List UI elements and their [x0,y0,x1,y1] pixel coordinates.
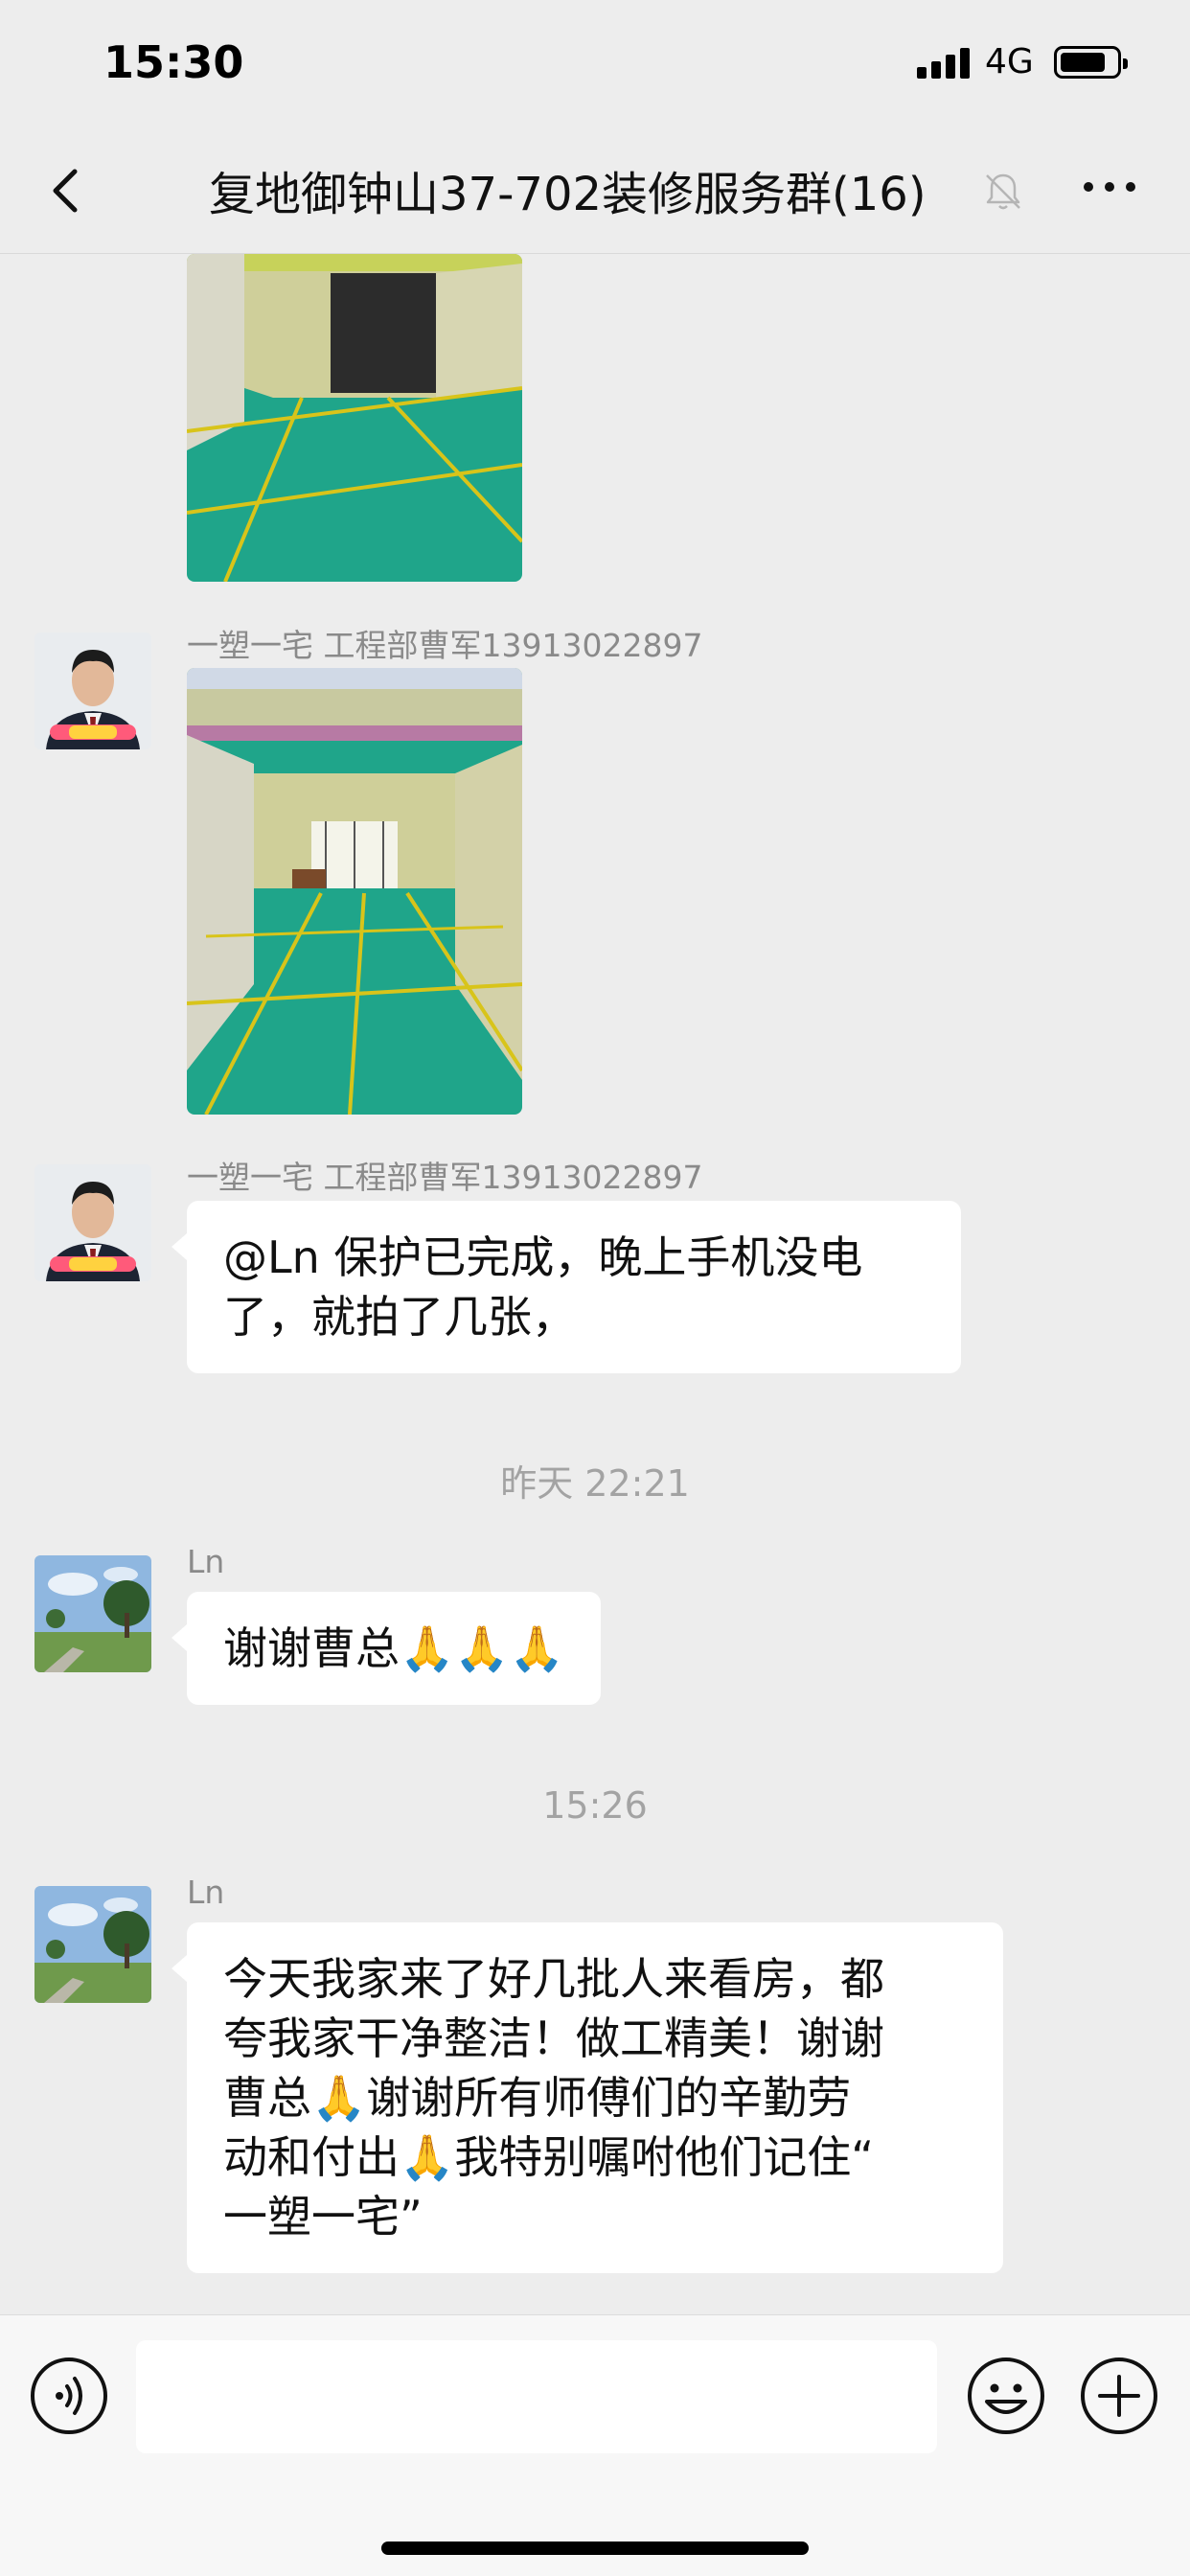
voice-icon[interactable] [29,2356,109,2436]
more-icon[interactable] [1079,168,1140,206]
message-bubble[interactable]: @Ln 保护已完成，晚上手机没电 了，就拍了几张， [172,1201,961,1373]
emoji-icon[interactable] [966,2356,1046,2436]
message-photo[interactable] [187,668,522,1115]
network-label: 4G [985,42,1034,81]
mute-bell-icon [986,173,1020,210]
avatar[interactable] [34,1555,151,1672]
avatar[interactable] [34,1886,151,2003]
home-indicator[interactable] [381,2542,809,2555]
input-bar [0,2314,1190,2576]
sender-name: 一塑一宅 工程部曹军13913022897 [187,627,703,664]
timestamp: 昨天 22:21 [500,1462,690,1505]
back-icon[interactable] [38,162,96,219]
plus-icon[interactable] [1079,2356,1159,2436]
message-input[interactable] [136,2340,937,2453]
chat-header: 复地御钟山37-702装修服务群(16) [0,129,1190,254]
message-bubble[interactable]: 谢谢曹总🙏🙏🙏 [172,1592,601,1705]
avatar[interactable] [34,632,151,749]
avatar[interactable] [34,1164,151,1281]
message-photo[interactable] [187,254,522,582]
sender-name: 一塑一宅 工程部曹军13913022897 [187,1159,703,1196]
timestamp: 15:26 [542,1784,648,1827]
sender-name: Ln [187,1874,225,1911]
sender-name: Ln [187,1543,225,1580]
signal-icon [917,46,971,79]
message-bubble[interactable]: 今天我家来了好几批人来看房，都 夸我家干净整洁！做工精美！谢谢 曹总🙏谢谢所有师… [172,1922,1003,2273]
status-time: 15:30 [103,36,244,88]
battery-icon [1054,46,1128,79]
chat-area[interactable]: 一塑一宅 工程部曹军13913022897 一塑一宅 工程部曹军13913022… [0,254,1190,2314]
chat-title: 复地御钟山37-702装修服务群(16) [209,168,927,221]
status-bar: 15:30 4G [0,0,1190,129]
